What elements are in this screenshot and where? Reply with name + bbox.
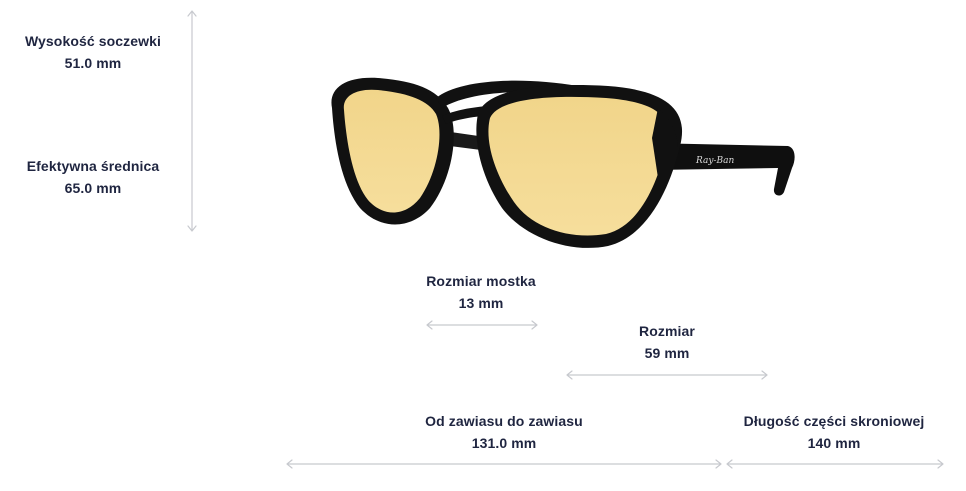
effective-diameter-measure: Efektywna średnica 65.0 mm (0, 155, 186, 199)
temple-length-measure: Długość części skroniowej 140 mm (724, 410, 944, 454)
ray-ban-logo: Ray-Ban (695, 156, 734, 166)
size-value: 59 mm (644, 345, 690, 361)
hinge-to-hinge-measure: Od zawiasu do zawiasu 131.0 mm (384, 410, 624, 454)
lens-height-value: 51.0 mm (64, 55, 122, 71)
hinge-to-hinge-arrow (286, 459, 722, 469)
bridge-size-arrow (426, 320, 538, 330)
lens-height-measure: Wysokość soczewki 51.0 mm (0, 30, 186, 74)
effective-diameter-label: Efektywna średnica (26, 158, 160, 174)
size-label: Rozmiar (639, 323, 695, 339)
temple-length-value: 140 mm (807, 435, 861, 451)
sunglasses-image: Ray-Ban (331, 77, 795, 248)
bridge-size-label: Rozmiar mostka (426, 273, 536, 289)
hinge-to-hinge-label: Od zawiasu do zawiasu (425, 413, 583, 429)
vertical-dimension-arrow (187, 10, 197, 232)
size-measure: Rozmiar 59 mm (567, 320, 767, 364)
size-arrow (566, 370, 768, 380)
bridge-size-measure: Rozmiar mostka 13 mm (381, 270, 581, 314)
temple-length-label: Długość części skroniowej (743, 413, 925, 429)
lens-height-label: Wysokość soczewki (24, 33, 162, 49)
effective-diameter-value: 65.0 mm (64, 180, 122, 196)
hinge-to-hinge-value: 131.0 mm (471, 435, 537, 451)
bridge-size-value: 13 mm (458, 295, 504, 311)
temple-length-arrow (726, 459, 944, 469)
